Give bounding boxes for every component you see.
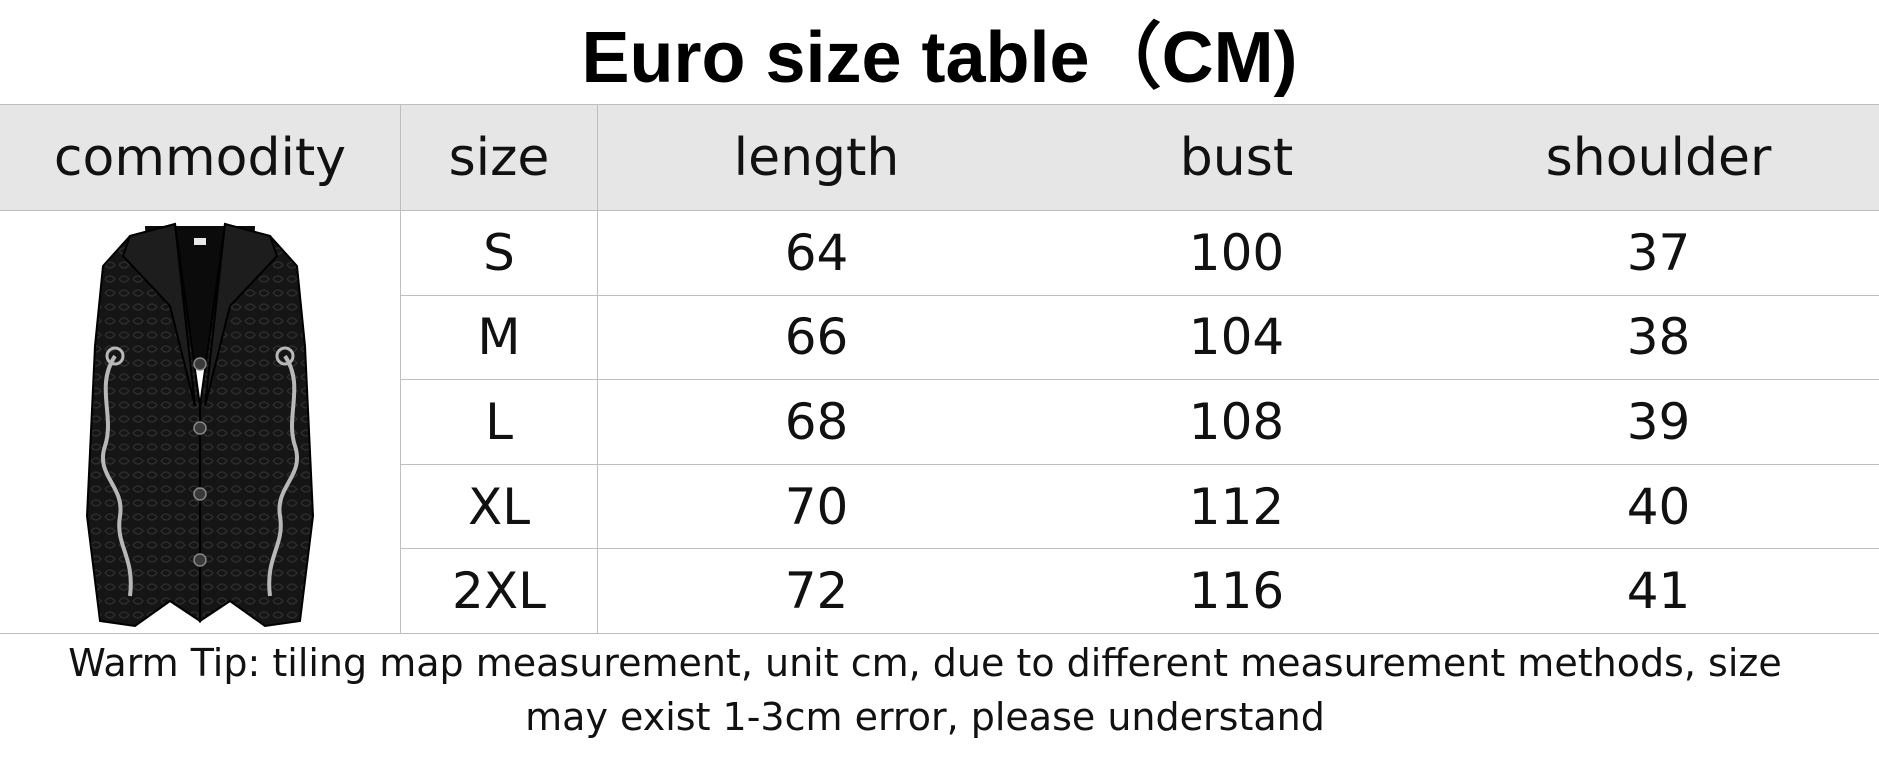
warm-tip: Warm Tip: tiling map measurement, unit c… <box>68 641 1782 739</box>
header-commodity: commodity <box>0 105 401 210</box>
cell-bust: 112 <box>1188 477 1285 536</box>
header-shoulder: shoulder <box>1545 127 1772 188</box>
cell-size: L <box>401 380 598 464</box>
cell-length: 70 <box>784 477 849 536</box>
cell-shoulder: 40 <box>1626 477 1691 536</box>
cell-size: S <box>401 211 598 295</box>
table-row: M 66 104 38 <box>401 295 1879 381</box>
table-row: 2XL 72 116 41 <box>401 549 1879 633</box>
table-row: S 64 100 37 <box>401 211 1879 296</box>
page-title: Euro size table（CM) <box>581 17 1298 98</box>
table-row: L 68 108 39 <box>401 380 1879 465</box>
size-table: commodity size length bust shoulder S 64… <box>0 104 1879 634</box>
cell-shoulder: 39 <box>1626 392 1691 451</box>
size-rows: S 64 100 37 M 66 104 38 L 68 108 39 XL 7… <box>401 211 1879 633</box>
cell-size: XL <box>401 464 598 549</box>
cell-bust: 108 <box>1188 392 1285 451</box>
cell-length: 68 <box>784 392 849 451</box>
cell-shoulder: 38 <box>1626 308 1691 367</box>
cell-bust: 100 <box>1188 223 1285 282</box>
header-size: size <box>401 105 598 210</box>
black-vest-icon <box>85 222 315 628</box>
cell-length: 72 <box>784 562 849 621</box>
cell-bust: 116 <box>1188 562 1285 621</box>
cell-shoulder: 37 <box>1626 223 1691 282</box>
cell-shoulder: 41 <box>1626 562 1691 621</box>
commodity-image-cell <box>0 211 401 633</box>
cell-size: M <box>401 295 598 380</box>
cell-length: 64 <box>784 223 849 282</box>
cell-length: 66 <box>784 308 849 367</box>
table-row: XL 70 112 40 <box>401 464 1879 550</box>
cell-bust: 104 <box>1188 308 1285 367</box>
header-length: length <box>733 127 900 188</box>
header-bust: bust <box>1179 127 1294 188</box>
cell-size: 2XL <box>401 549 598 633</box>
table-header: commodity size length bust shoulder <box>0 105 1879 211</box>
table-body: S 64 100 37 M 66 104 38 L 68 108 39 XL 7… <box>0 211 1879 633</box>
